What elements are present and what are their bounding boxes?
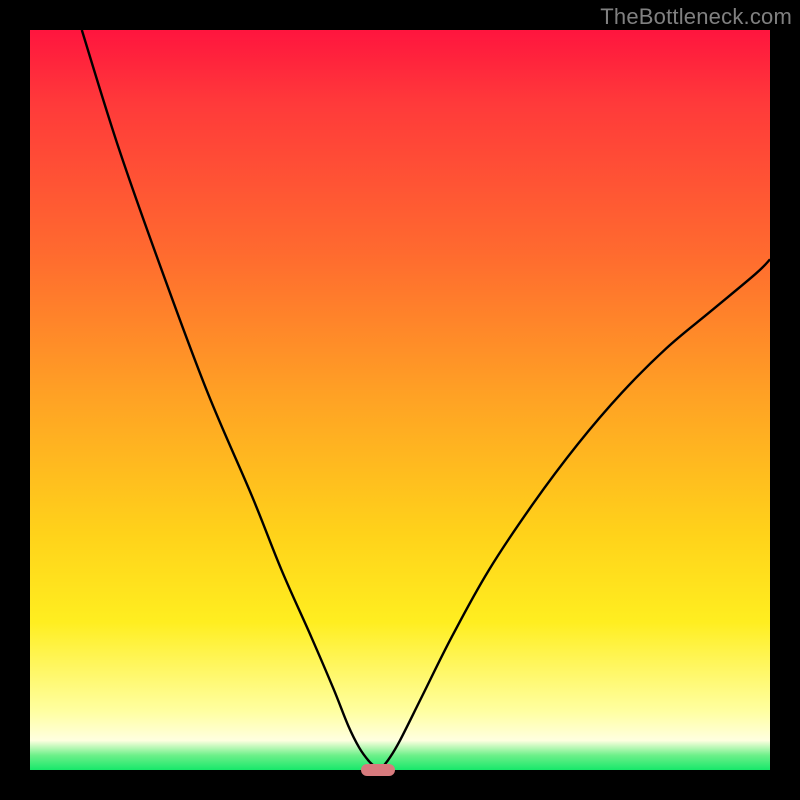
bottleneck-marker — [361, 764, 395, 776]
bottleneck-curve — [30, 30, 770, 770]
chart-frame: TheBottleneck.com — [0, 0, 800, 800]
plot-area — [30, 30, 770, 770]
watermark-text: TheBottleneck.com — [600, 4, 792, 30]
